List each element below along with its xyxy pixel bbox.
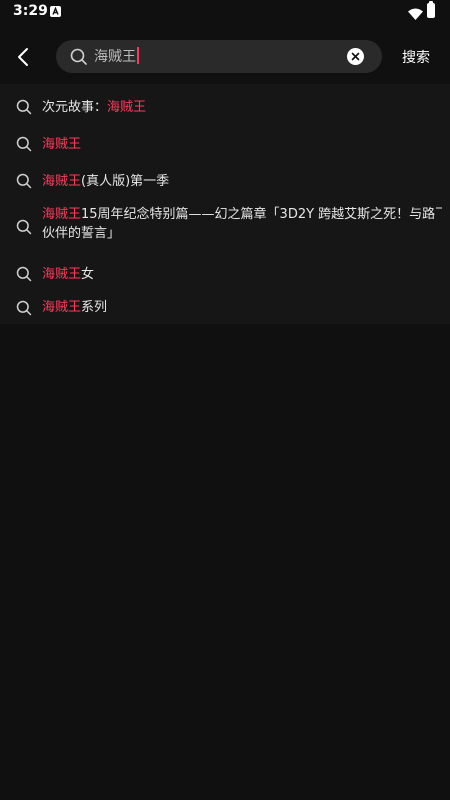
search-icon xyxy=(70,48,88,70)
search-icon xyxy=(16,300,32,320)
search-icon xyxy=(16,136,32,156)
search-query-text: 海贼王 xyxy=(94,49,136,65)
text-caret xyxy=(137,47,139,64)
suggestion-item[interactable]: 海贼王系列 xyxy=(0,295,450,324)
search-screen: 3:29 海贼王 搜索 次元故事：海贼王 海贼王 海贼王(真人版)第一季 海贼王… xyxy=(0,0,450,800)
suggestion-item[interactable]: 海贼王15周年纪念特别篇——幻之篇章「3D2Y 跨越艾斯之死！与路飞伙伴的誓言」 xyxy=(0,202,450,258)
suggestion-match: 海贼王 xyxy=(42,267,82,282)
status-bar: 3:29 xyxy=(0,0,450,24)
suggestion-prefix: 次元故事： xyxy=(42,100,108,115)
suggestion-match: 海贼王 xyxy=(42,137,82,152)
suggestion-text: 海贼王女 xyxy=(42,265,442,284)
suggestion-suffix: (真人版)第一季 xyxy=(81,174,170,189)
suggestion-suffix: 15周年纪念特别篇——幻之篇章「3D2Y 跨越艾斯之死！与路飞 xyxy=(81,207,442,222)
search-icon xyxy=(16,99,32,119)
search-bar[interactable]: 海贼王 xyxy=(56,40,382,73)
notification-app-icon xyxy=(50,6,61,17)
suggestion-text: 次元故事：海贼王 xyxy=(42,98,442,117)
search-icon xyxy=(16,173,32,193)
suggestion-list: 次元故事：海贼王 海贼王 海贼王(真人版)第一季 海贼王15周年纪念特别篇——幻… xyxy=(0,84,450,324)
battery-icon xyxy=(427,1,435,18)
close-icon xyxy=(351,52,360,61)
suggestion-match: 海贼王 xyxy=(42,174,82,189)
suggestion-line-1: 海贼王15周年纪念特别篇——幻之篇章「3D2Y 跨越艾斯之死！与路飞 xyxy=(42,205,442,224)
suggestion-match: 海贼王 xyxy=(42,207,82,222)
search-input[interactable]: 海贼王 xyxy=(94,47,334,67)
wifi-icon xyxy=(408,5,423,24)
suggestion-item[interactable]: 海贼王女 xyxy=(0,258,450,295)
search-icon xyxy=(16,266,32,286)
suggestion-item[interactable]: 海贼王(真人版)第一季 xyxy=(0,165,450,202)
suggestion-match: 海贼王 xyxy=(107,100,147,115)
status-time: 3:29 xyxy=(13,3,48,19)
suggestion-item[interactable]: 海贼王 xyxy=(0,128,450,165)
suggestion-match: 海贼王 xyxy=(42,300,82,315)
chevron-left-icon xyxy=(18,48,28,66)
search-button[interactable]: 搜索 xyxy=(402,47,430,67)
suggestion-item[interactable]: 次元故事：海贼王 xyxy=(0,90,450,128)
suggestion-suffix: 系列 xyxy=(81,300,108,315)
suggestion-text: 海贼王 xyxy=(42,135,442,154)
suggestion-text: 海贼王15周年纪念特别篇——幻之篇章「3D2Y 跨越艾斯之死！与路飞伙伴的誓言」 xyxy=(42,205,442,245)
suggestion-line-2: 伙伴的誓言」 xyxy=(42,226,121,241)
search-icon xyxy=(16,219,32,239)
suggestion-text: 海贼王(真人版)第一季 xyxy=(42,172,442,191)
suggestion-suffix: 女 xyxy=(81,267,95,282)
back-button[interactable] xyxy=(8,42,40,74)
clear-search-button[interactable] xyxy=(347,48,364,65)
suggestion-text: 海贼王系列 xyxy=(42,298,442,317)
